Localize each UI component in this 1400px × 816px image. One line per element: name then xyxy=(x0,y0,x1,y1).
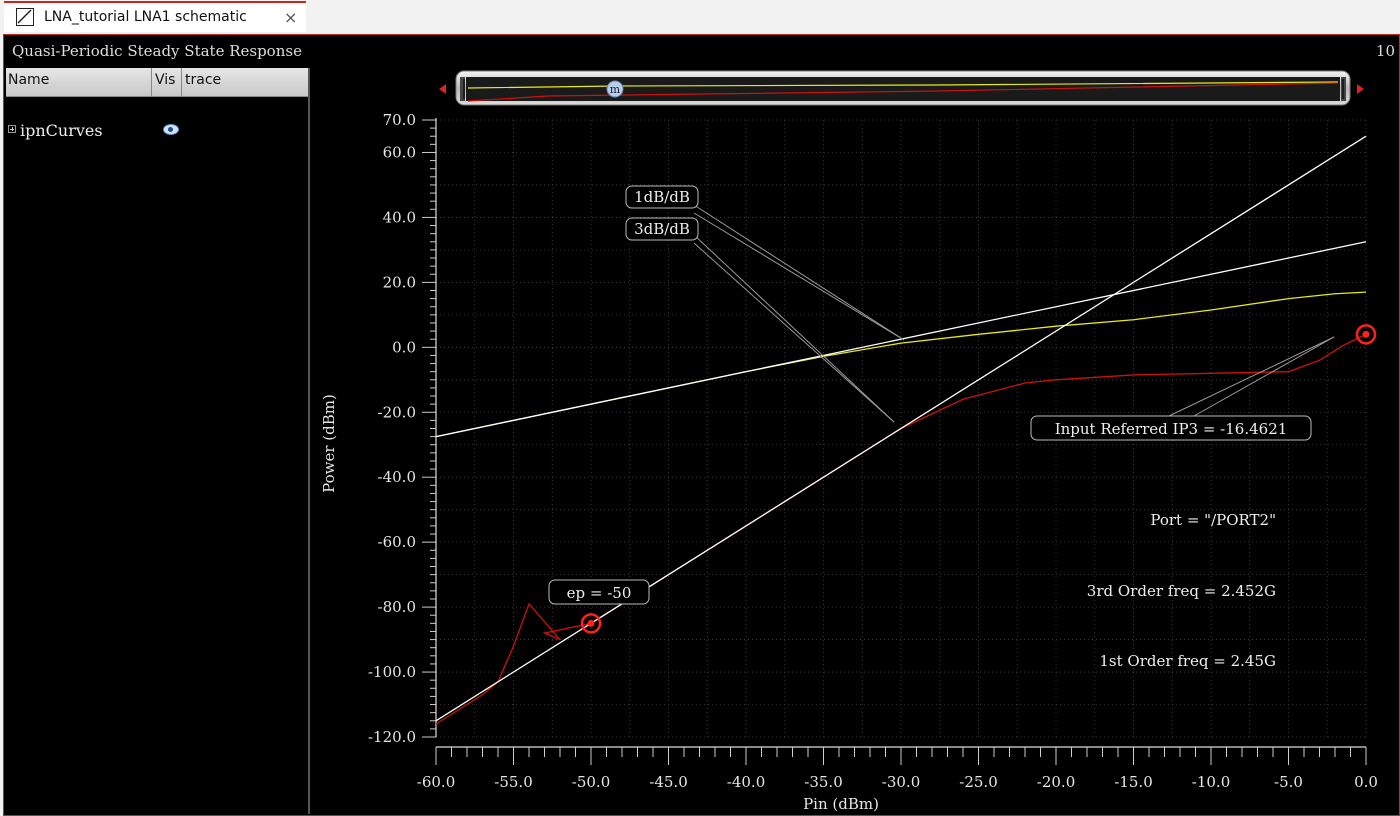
y-tick-label: 0.0 xyxy=(392,338,416,356)
series-slope1-line xyxy=(435,241,1367,438)
tab-schematic[interactable]: LNA_tutorial LNA1 schematic × xyxy=(4,1,306,32)
x-tick-label: -15.0 xyxy=(1114,773,1152,791)
y-tick-label: 20.0 xyxy=(383,273,416,291)
marker-dot[interactable] xyxy=(1362,330,1370,338)
ip3-leader xyxy=(1168,336,1335,417)
panel-header: Name Vis trace xyxy=(6,68,308,97)
ep-label-box xyxy=(548,579,650,605)
slope3-leader xyxy=(693,242,895,423)
x-tick-label: -40.0 xyxy=(727,773,765,791)
y-tick-label: -20.0 xyxy=(378,403,416,421)
overview-marker-label: m xyxy=(610,83,621,96)
x-tick-label: 0.0 xyxy=(1354,773,1378,791)
tab-bar: LNA_tutorial LNA1 schematic × xyxy=(0,0,1400,34)
slope1-label-box xyxy=(625,185,699,209)
first-order-freq-label: 1st Order freq = 2.45G xyxy=(1099,652,1276,670)
header-trace[interactable]: trace xyxy=(185,72,221,88)
series-first-line xyxy=(435,291,1367,438)
schematic-icon xyxy=(16,8,34,26)
x-tick-label: -50.0 xyxy=(572,773,610,791)
x-tick-label: -35.0 xyxy=(804,773,842,791)
x-tick-label: -60.0 xyxy=(417,773,455,791)
tree-item-ipncurves[interactable]: ipnCurves xyxy=(6,120,308,144)
x-tick-label: -30.0 xyxy=(882,773,920,791)
slope1-label: 1dB/dB xyxy=(634,188,690,206)
overview-scrollbar[interactable]: m xyxy=(438,69,1368,109)
ep-label: ep = -50 xyxy=(567,584,632,602)
y-tick-label: -80.0 xyxy=(378,598,416,616)
x-tick-label: -10.0 xyxy=(1192,773,1230,791)
close-icon[interactable]: × xyxy=(284,8,297,27)
y-axis-title: Power (dBm) xyxy=(320,394,338,493)
x-tick-label: -45.0 xyxy=(649,773,687,791)
y-tick-label: 40.0 xyxy=(383,208,416,226)
x-tick-label: -55.0 xyxy=(494,773,532,791)
marker-dot[interactable] xyxy=(587,619,595,627)
ip3-label: Input Referred IP3 = -16.4621 xyxy=(1055,420,1288,438)
y-tick-label: 70.0 xyxy=(383,111,416,129)
eye-icon[interactable] xyxy=(163,124,179,135)
y-tick-label: -100.0 xyxy=(368,663,416,681)
y-tick-label: 60.0 xyxy=(383,143,416,161)
header-vis[interactable]: Vis xyxy=(155,72,175,88)
y-tick-label: -120.0 xyxy=(368,728,416,746)
port-label: Port = "/PORT2" xyxy=(1150,511,1276,529)
scroll-right-arrow[interactable] xyxy=(1357,84,1364,94)
tree-item-label: ipnCurves xyxy=(20,121,103,140)
y-tick-label: -60.0 xyxy=(378,533,416,551)
series-third-line xyxy=(435,333,1367,725)
third-order-freq-label: 3rd Order freq = 2.452G xyxy=(1087,582,1276,600)
series-slope3-line xyxy=(435,135,1367,722)
marker-ring[interactable] xyxy=(580,613,602,634)
trace-panel: Name Vis trace ipnCurves xyxy=(6,68,310,814)
y-tick-label: -40.0 xyxy=(378,468,416,486)
slope3-label: 3dB/dB xyxy=(634,220,690,238)
ip3-leader xyxy=(1193,336,1335,417)
slope1-leader xyxy=(693,204,905,341)
x-tick-label: -20.0 xyxy=(1037,773,1075,791)
slope3-leader xyxy=(693,234,895,423)
scroll-left-arrow[interactable] xyxy=(439,84,446,94)
window-number: 10 xyxy=(1375,42,1395,60)
marker-ring[interactable] xyxy=(1355,324,1377,345)
x-axis-title: Pin (dBm) xyxy=(803,795,879,813)
window-title: Quasi-Periodic Steady State Response xyxy=(12,42,302,60)
header-name[interactable]: Name xyxy=(8,72,49,88)
slope3-label-box xyxy=(625,217,699,241)
slope1-leader xyxy=(693,212,905,341)
waveform-window: Quasi-Periodic Steady State Response 10 … xyxy=(3,34,1400,816)
ip3-label-box xyxy=(1030,415,1312,441)
tab-title: LNA_tutorial LNA1 schematic xyxy=(44,9,247,25)
expand-icon[interactable] xyxy=(8,125,16,133)
x-tick-label: -5.0 xyxy=(1274,773,1303,791)
x-tick-label: -25.0 xyxy=(959,773,997,791)
